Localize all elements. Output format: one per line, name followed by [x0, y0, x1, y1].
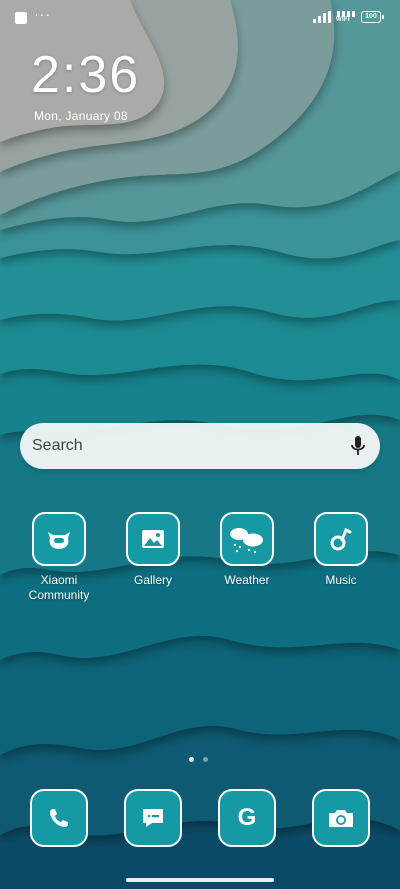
- status-bar: ··· WIFI 100: [0, 0, 400, 36]
- clock-time[interactable]: 2:36: [31, 46, 140, 104]
- signal-strength-icon: [313, 11, 331, 23]
- home-gesture-bar[interactable]: [126, 878, 274, 882]
- music-icon[interactable]: [314, 512, 368, 566]
- search-placeholder: Search: [32, 437, 83, 454]
- app-label: Weather: [224, 573, 270, 587]
- page-indicator: [189, 757, 213, 763]
- page-dot-active: [189, 757, 194, 762]
- app-gallery[interactable]: Gallery: [113, 512, 193, 588]
- app-music[interactable]: Music: [301, 512, 381, 588]
- camera-icon[interactable]: [312, 789, 370, 847]
- xiaomi-community-icon[interactable]: [32, 512, 86, 566]
- app-label: Music: [325, 573, 357, 587]
- weather-icon[interactable]: [220, 512, 274, 566]
- app-xiaomi-community[interactable]: Xiaomi Community: [19, 512, 99, 603]
- app-weather[interactable]: Weather: [207, 512, 287, 588]
- app-label: Gallery: [133, 573, 172, 587]
- app-label: Xiaomi Community: [28, 573, 90, 602]
- page-dot[interactable]: [203, 757, 208, 762]
- google-icon[interactable]: G: [218, 789, 276, 847]
- wifi-label: WIFI: [336, 17, 350, 23]
- notification-icon: [15, 12, 27, 24]
- gallery-icon[interactable]: [126, 512, 180, 566]
- search-bar[interactable]: Search: [20, 423, 380, 469]
- messages-icon[interactable]: [124, 789, 182, 847]
- battery-icon: 100: [361, 11, 384, 23]
- phone-icon[interactable]: [30, 789, 88, 847]
- google-glyph: G: [237, 804, 257, 831]
- microphone-icon[interactable]: [350, 435, 366, 457]
- clock-date[interactable]: Mon, January 08: [34, 109, 128, 123]
- more-notifications-indicator: ···: [34, 6, 51, 22]
